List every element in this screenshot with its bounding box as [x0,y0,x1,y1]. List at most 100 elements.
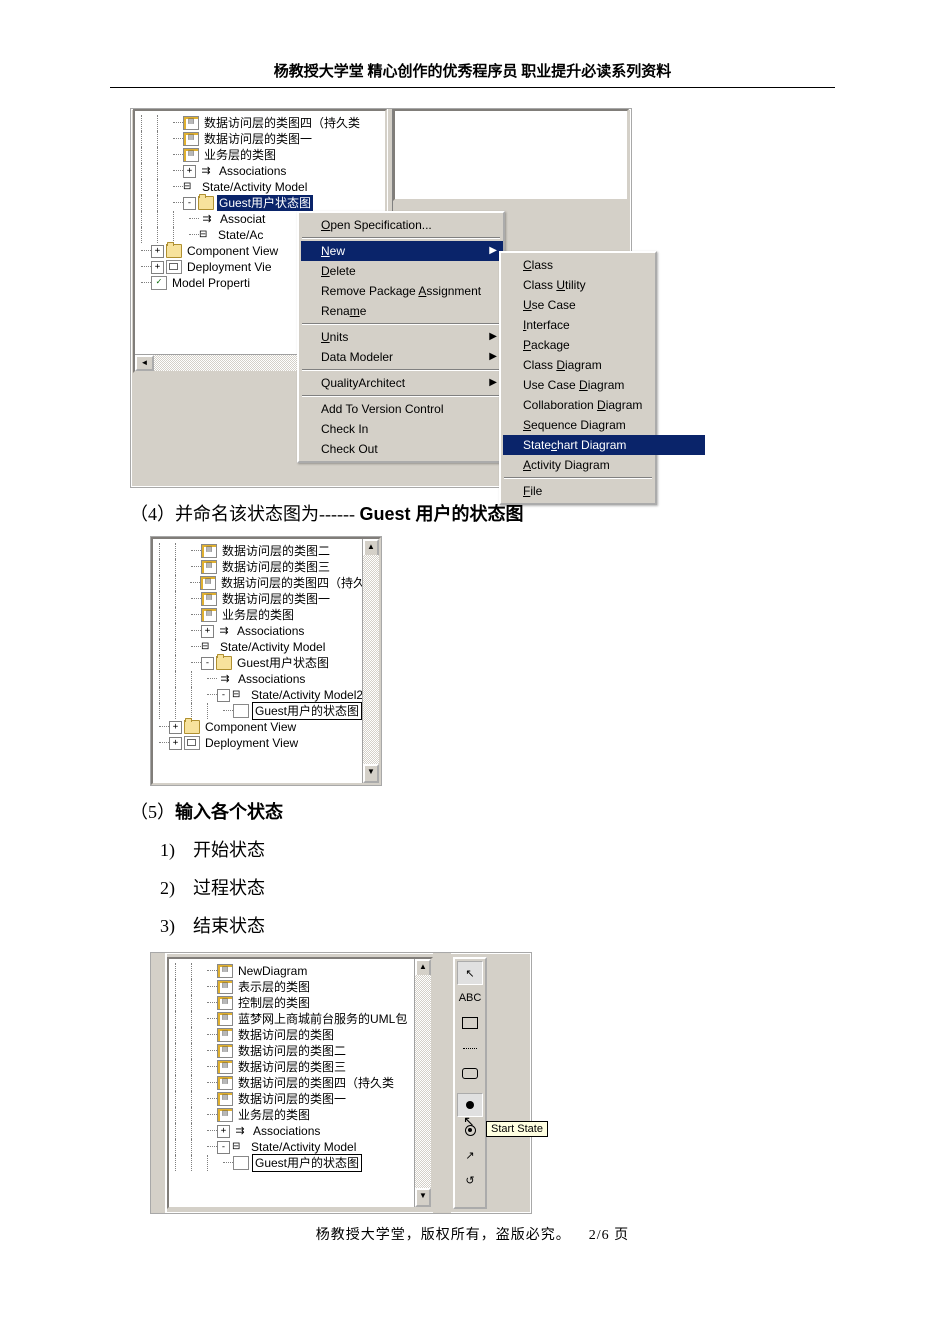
expander[interactable]: - [217,689,230,702]
mp-icon: ✓ [151,276,167,290]
tree-node[interactable]: ▤数据访问层的类图四（持久类 [159,575,379,591]
tool-anchor[interactable] [457,1036,483,1060]
tree-label: 业务层的类图 [236,1107,312,1123]
tree-label: 数据访问层的类图三 [236,1059,348,1075]
tool-state[interactable] [457,1061,483,1085]
vscrollbar[interactable]: ▲ ▼ [362,539,379,783]
menu-item[interactable]: File [503,481,705,501]
menu-item[interactable]: Remove Package Assignment [301,281,503,301]
expander[interactable]: + [169,737,182,750]
expander[interactable]: + [201,625,214,638]
menu-item[interactable]: Check Out [301,439,503,459]
menu-item[interactable]: QualityArchitect▶ [301,373,503,393]
expander[interactable]: - [201,657,214,670]
tree-node[interactable]: Guest用户的状态图 [159,703,379,719]
tree-node[interactable]: ⇉Associations [159,671,379,687]
menu-item[interactable]: Class Diagram [503,355,705,375]
menu-item[interactable]: Statechart Diagram [503,435,705,455]
menu-item[interactable]: Open Specification... [301,215,503,235]
vscrollbar[interactable]: ▲ ▼ [414,959,431,1207]
tree-view-3[interactable]: ▤NewDiagram▤表示层的类图▤控制层的类图▤蓝梦网上商城前台服务的UML… [169,959,431,1175]
scroll-down-button[interactable]: ▼ [415,1188,431,1207]
fd-icon [216,656,232,670]
menu-item[interactable]: Delete [301,261,503,281]
tree-node[interactable]: ▤数据访问层的类图四（持久类 [141,115,385,131]
menu-item[interactable]: Package [503,335,705,355]
tree-node[interactable]: ▤业务层的类图 [175,1107,431,1123]
tree-node[interactable]: ▤表示层的类图 [175,979,431,995]
pg-icon: ▤ [217,980,233,994]
tree-label: 数据访问层的类图四（持久类 [236,1075,396,1091]
tool-note[interactable] [457,1011,483,1035]
menu-item[interactable]: Data Modeler▶ [301,347,503,367]
tool-self-transition[interactable]: ↺ [457,1168,483,1192]
menu-item[interactable]: Rename [301,301,503,321]
tree-node[interactable]: -⊟State/Activity Model2 [159,687,379,703]
expander[interactable]: - [183,197,196,210]
menu-item[interactable]: Units▶ [301,327,503,347]
step-5-body: 输入各个状态 [175,802,283,822]
tree-node[interactable]: -⊟State/Activity Model [175,1139,431,1155]
tree-node[interactable]: ⊟State/Activity Model [159,639,379,655]
tree-node[interactable]: ▤业务层的类图 [141,147,385,163]
tree-node[interactable]: ▤数据访问层的类图三 [159,559,379,575]
tree-node[interactable]: -Guest用户状态图 [141,195,385,211]
scroll-track[interactable] [363,555,379,767]
arrow-icon: ↗ [465,1149,474,1162]
menu-item[interactable]: Class Utility [503,275,705,295]
menu-item[interactable]: Use Case [503,295,705,315]
menu-item[interactable]: Check In [301,419,503,439]
expander[interactable]: + [151,245,164,258]
expander[interactable]: + [217,1125,230,1138]
fd-icon [166,244,182,258]
expander[interactable]: - [217,1141,230,1154]
tree-node[interactable]: +⇉Associations [175,1123,431,1139]
tree-node[interactable]: +⇉Associations [141,163,385,179]
tree-node[interactable]: ▤数据访问层的类图一 [159,591,379,607]
sa-icon: ⊟ [183,181,197,193]
tree-node[interactable]: Guest用户的状态图 [175,1155,431,1171]
tree-node[interactable]: -Guest用户状态图 [159,655,379,671]
tree-node[interactable]: + Component View [159,719,379,735]
tree-label: Component View [203,719,298,735]
scroll-track[interactable] [415,975,431,1191]
tree-node[interactable]: ▤NewDiagram [175,963,431,979]
tool-transition[interactable]: ↗ [457,1143,483,1167]
scroll-down-button[interactable]: ▼ [363,764,379,783]
tree-label: Associations [251,1123,322,1139]
menu-item[interactable]: Interface [503,315,705,335]
tool-pointer[interactable]: ↖ [457,961,483,985]
tree-node[interactable]: ▤数据访问层的类图三 [175,1059,431,1075]
tree-view-2[interactable]: ▤数据访问层的类图二▤数据访问层的类图三▤数据访问层的类图四（持久类▤数据访问层… [153,539,379,755]
menu-item[interactable]: Add To Version Control [301,399,503,419]
menu-item[interactable]: Collaboration Diagram [503,395,705,415]
tree-node[interactable]: +⇉Associations [159,623,379,639]
expander[interactable]: + [151,261,164,274]
tree-node[interactable]: ▤数据访问层的类图二 [175,1043,431,1059]
tree-node[interactable]: ▤数据访问层的类图四（持久类 [175,1075,431,1091]
tree-node[interactable]: ▤蓝梦网上商城前台服务的UML包 [175,1011,431,1027]
tree-node[interactable]: ▤数据访问层的类图一 [141,131,385,147]
tree-node[interactable]: ▤数据访问层的类图 [175,1027,431,1043]
tree-node[interactable]: +Deployment View [159,735,379,751]
tree-node[interactable]: ▤控制层的类图 [175,995,431,1011]
page-header: 杨教授大学堂 精心创作的优秀程序员 职业提升必读系列资料 [0,60,945,81]
menu-item[interactable]: New▶ [301,241,503,261]
menu-item[interactable]: Activity Diagram [503,455,705,475]
tool-text[interactable]: ABC [457,986,483,1010]
toolbox[interactable]: ↖ ABC ↗ ↺ [453,957,487,1209]
menu-item[interactable]: Use Case Diagram [503,375,705,395]
tree-label: 数据访问层的类图二 [220,543,332,559]
tree-node[interactable]: ▤业务层的类图 [159,607,379,623]
tree-node[interactable]: ▤数据访问层的类图一 [175,1091,431,1107]
expander[interactable]: + [183,165,196,178]
tree-node[interactable]: ⊟State/Activity Model [141,179,385,195]
scroll-left-button[interactable]: ◄ [135,355,154,371]
submenu-new[interactable]: ClassClass UtilityUse CaseInterfacePacka… [499,251,657,505]
menu-item[interactable]: Class [503,255,705,275]
context-menu[interactable]: Open Specification... New▶DeleteRemove Pa… [297,211,505,463]
menu-separator [302,323,500,325]
tree-node[interactable]: ▤数据访问层的类图二 [159,543,379,559]
expander[interactable]: + [169,721,182,734]
menu-item[interactable]: Sequence Diagram [503,415,705,435]
